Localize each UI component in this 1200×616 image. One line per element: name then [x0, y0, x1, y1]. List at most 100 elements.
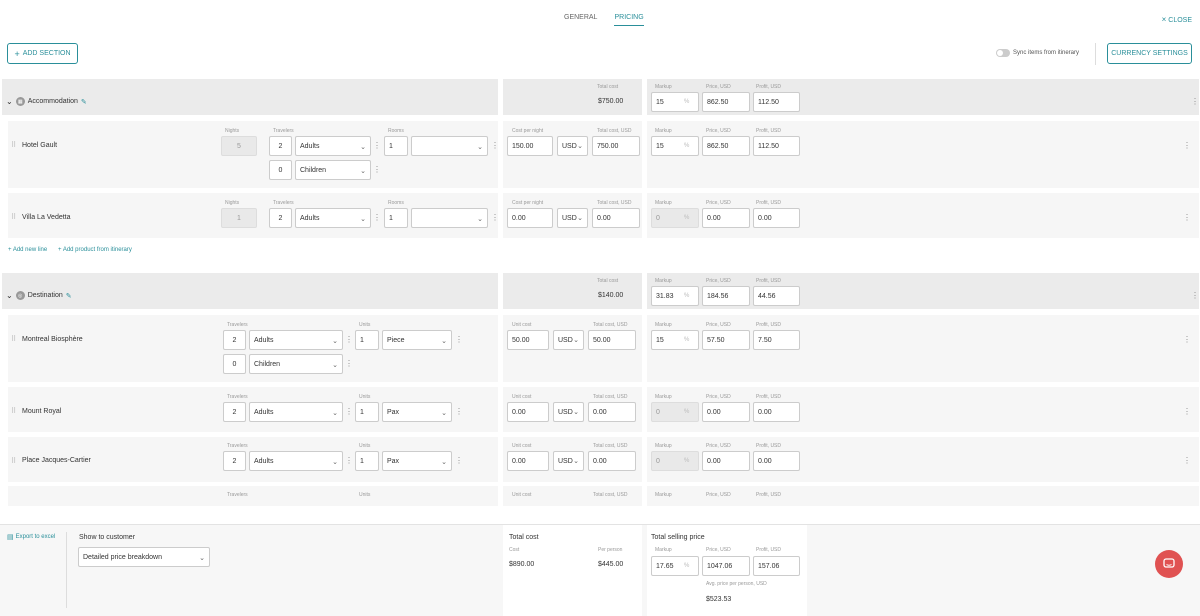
chevron-down-icon[interactable]: ⌄ [6, 291, 13, 300]
travelers-count-input[interactable]: 2 [223, 451, 246, 471]
tab-general[interactable]: GENERAL [564, 14, 597, 26]
price-input[interactable]: 0.00 [702, 451, 750, 471]
traveler-type-select[interactable]: Adults ⌄ [295, 208, 371, 228]
section-title-destination[interactable]: ⌄ ◎ Destination ✎ [6, 291, 72, 300]
traveler-type-select[interactable]: Adults ⌄ [295, 136, 371, 156]
cost-input[interactable]: 150.00 [507, 136, 553, 156]
add-product-link[interactable]: + Add product from itinerary [58, 247, 132, 253]
sync-items-toggle[interactable]: Sync items from itinerary [996, 49, 1079, 57]
drag-handle-icon[interactable]: ⠿ [11, 213, 16, 221]
tab-pricing[interactable]: PRICING [614, 14, 644, 26]
rooms-input[interactable]: 1 [384, 136, 408, 156]
export-excel-link[interactable]: ▤ Export to excel [7, 533, 55, 541]
children-type-select[interactable]: Children ⌄ [295, 160, 371, 180]
nights-input[interactable]: 1 [221, 208, 257, 228]
children-count-input[interactable]: 0 [269, 160, 292, 180]
units-input[interactable]: 1 [355, 330, 379, 350]
profit-input[interactable]: 0.00 [753, 451, 800, 471]
more-icon[interactable]: ⋮ [1183, 457, 1191, 465]
unit-type-select[interactable]: Pax ⌄ [382, 402, 452, 422]
total-cost-input[interactable]: 0.00 [592, 208, 640, 228]
more-icon[interactable]: ⋮ [373, 142, 381, 150]
more-icon[interactable]: ⋮ [345, 360, 353, 368]
more-icon[interactable]: ⋮ [1191, 98, 1199, 106]
close-button[interactable]: × CLOSE [1162, 15, 1192, 24]
total-cost-input[interactable]: 0.00 [588, 402, 636, 422]
more-icon[interactable]: ⋮ [455, 408, 463, 416]
profit-input[interactable]: 0.00 [753, 402, 800, 422]
unit-type-select[interactable]: Piece ⌄ [382, 330, 452, 350]
unit-type-select[interactable]: Pax ⌄ [382, 451, 452, 471]
travelers-count-input[interactable]: 2 [269, 136, 292, 156]
units-input[interactable]: 1 [355, 402, 379, 422]
total-cost-input[interactable]: 750.00 [592, 136, 640, 156]
section-price-input[interactable]: 862.50 [702, 92, 750, 112]
markup-input[interactable]: 0 [651, 208, 699, 228]
travelers-count-input[interactable]: 2 [223, 402, 246, 422]
section-price-input[interactable]: 184.56 [702, 286, 750, 306]
profit-input[interactable]: 7.50 [753, 330, 800, 350]
cost-input[interactable]: 0.00 [507, 451, 549, 471]
currency-select[interactable]: USD ⌄ [553, 402, 584, 422]
price-input[interactable]: 0.00 [702, 208, 750, 228]
profit-input[interactable]: 112.50 [753, 136, 800, 156]
cost-input[interactable]: 0.00 [507, 402, 549, 422]
drag-handle-icon[interactable]: ⠿ [11, 335, 16, 343]
total-markup-input[interactable]: 17.65 [651, 556, 699, 576]
more-icon[interactable]: ⋮ [491, 214, 499, 222]
drag-handle-icon[interactable]: ⠿ [11, 457, 16, 465]
chevron-down-icon[interactable]: ⌄ [6, 97, 13, 106]
toggle-icon[interactable] [996, 49, 1010, 57]
currency-settings-button[interactable]: CURRENCY SETTINGS [1107, 43, 1192, 64]
section-profit-input[interactable]: 44.56 [753, 286, 800, 306]
section-markup-input[interactable]: 15 [651, 92, 699, 112]
drag-handle-icon[interactable]: ⠿ [11, 407, 16, 415]
more-icon[interactable]: ⋮ [373, 166, 381, 174]
more-icon[interactable]: ⋮ [1183, 214, 1191, 222]
more-icon[interactable]: ⋮ [455, 457, 463, 465]
cost-input[interactable]: 0.00 [507, 208, 553, 228]
price-input[interactable]: 0.00 [702, 402, 750, 422]
room-type-select[interactable]: ⌄ [411, 208, 488, 228]
price-input[interactable]: 57.50 [702, 330, 750, 350]
chat-button[interactable] [1155, 550, 1183, 578]
children-count-input[interactable]: 0 [223, 354, 246, 374]
drag-handle-icon[interactable]: ⠿ [11, 141, 16, 149]
total-price-input[interactable]: 1047.06 [702, 556, 750, 576]
add-new-line-link[interactable]: + Add new line [8, 247, 47, 253]
traveler-type-select[interactable]: Adults ⌄ [249, 451, 343, 471]
markup-input[interactable]: 0 [651, 451, 699, 471]
total-profit-input[interactable]: 157.06 [753, 556, 800, 576]
total-cost-input[interactable]: 50.00 [588, 330, 636, 350]
section-markup-input[interactable]: 31.83 [651, 286, 699, 306]
more-icon[interactable]: ⋮ [1183, 142, 1191, 150]
section-title-accommodation[interactable]: ⌄ ▦ Accommodation ✎ [6, 97, 87, 106]
travelers-count-input[interactable]: 2 [223, 330, 246, 350]
total-cost-input[interactable]: 0.00 [588, 451, 636, 471]
room-type-select[interactable]: ⌄ [411, 136, 488, 156]
cost-input[interactable]: 50.00 [507, 330, 549, 350]
units-input[interactable]: 1 [355, 451, 379, 471]
traveler-type-select[interactable]: Adults ⌄ [249, 402, 343, 422]
more-icon[interactable]: ⋮ [345, 408, 353, 416]
more-icon[interactable]: ⋮ [455, 336, 463, 344]
more-icon[interactable]: ⋮ [1191, 292, 1199, 300]
breakdown-select[interactable]: Detailed price breakdown ⌄ [78, 547, 210, 567]
section-profit-input[interactable]: 112.50 [753, 92, 800, 112]
more-icon[interactable]: ⋮ [345, 457, 353, 465]
currency-select[interactable]: USD ⌄ [557, 136, 588, 156]
edit-icon[interactable]: ✎ [81, 98, 87, 106]
edit-icon[interactable]: ✎ [66, 292, 72, 300]
more-icon[interactable]: ⋮ [1183, 408, 1191, 416]
traveler-type-select[interactable]: Adults ⌄ [249, 330, 343, 350]
more-icon[interactable]: ⋮ [373, 214, 381, 222]
travelers-count-input[interactable]: 2 [269, 208, 292, 228]
more-icon[interactable]: ⋮ [1183, 336, 1191, 344]
profit-input[interactable]: 0.00 [753, 208, 800, 228]
add-section-button[interactable]: + ADD SECTION [7, 43, 78, 64]
markup-input[interactable]: 0 [651, 402, 699, 422]
markup-input[interactable]: 15 [651, 136, 699, 156]
rooms-input[interactable]: 1 [384, 208, 408, 228]
currency-select[interactable]: USD ⌄ [553, 330, 584, 350]
more-icon[interactable]: ⋮ [345, 336, 353, 344]
